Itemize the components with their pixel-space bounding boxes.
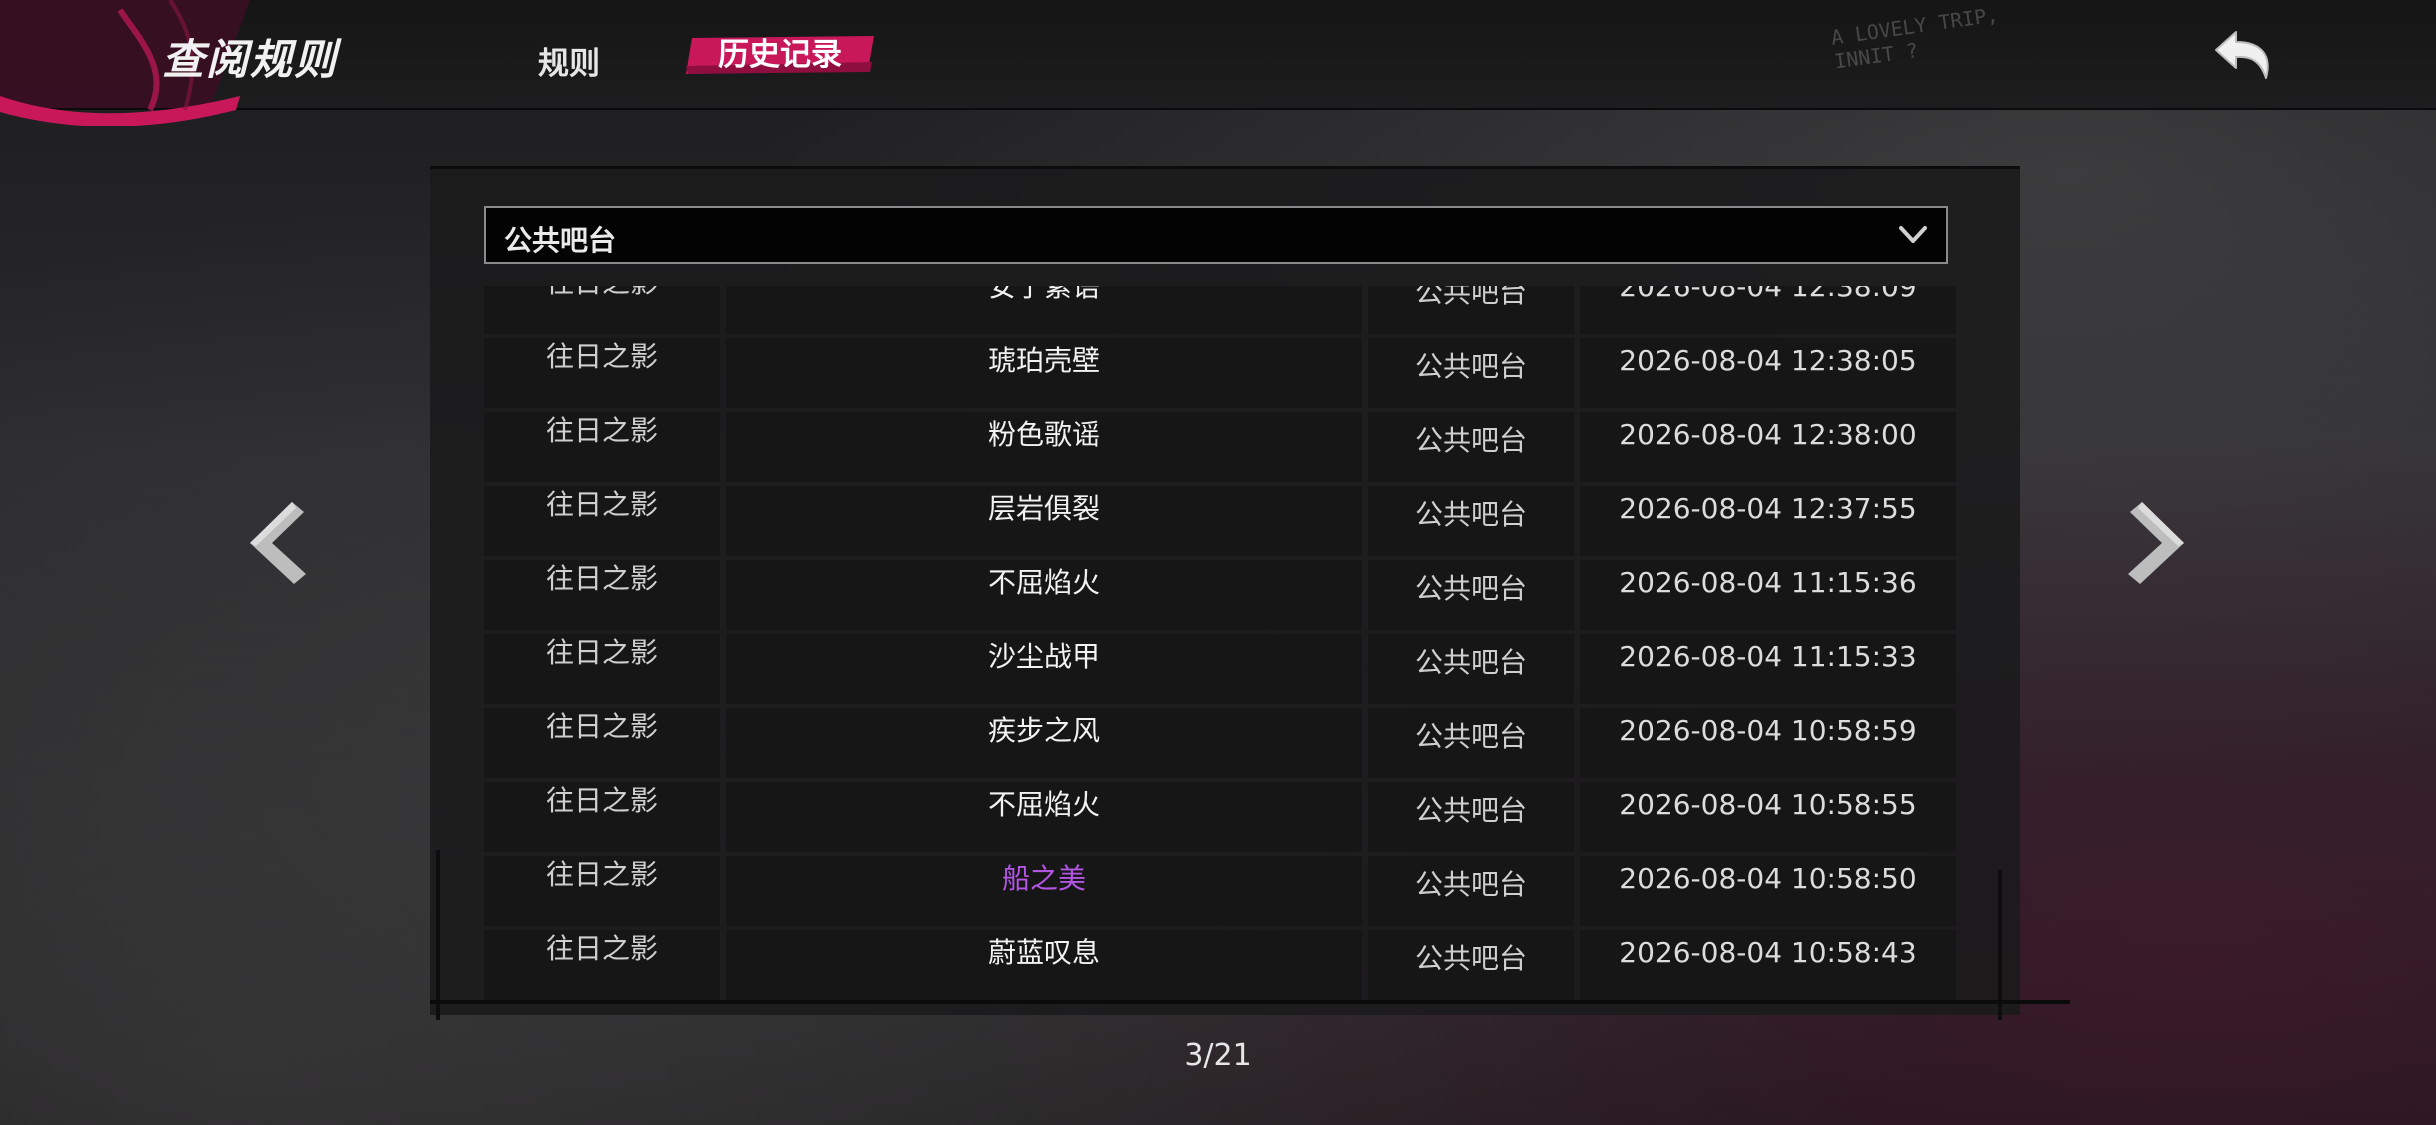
chevron-left-icon[interactable]	[242, 500, 316, 586]
table-row[interactable]: 往日之影 船之美 公共吧台 2026-08-04 10:58:50	[484, 856, 1956, 926]
map-filter-dropdown[interactable]: 公共吧台	[484, 206, 1948, 264]
chevron-right-icon[interactable]	[2118, 500, 2192, 586]
cell-timestamp: 2026-08-04 10:58:50	[1580, 856, 1956, 926]
table-row[interactable]: 往日之影 层岩俱裂 公共吧台 2026-08-04 12:37:55	[484, 486, 1956, 556]
cell-timestamp: 2026-08-04 10:58:55	[1580, 782, 1956, 852]
top-bar: 查阅规则 规则 历史记录 A LOVELY TRIP, INNIT ?	[0, 0, 2436, 126]
cell-timestamp: 2026-08-04 12:38:09	[1580, 286, 1956, 334]
cell-map-name: 公共吧台	[1368, 560, 1574, 630]
cell-item-name: 沙尘战甲	[726, 634, 1362, 704]
cell-map-name: 公共吧台	[1368, 782, 1574, 852]
cell-map-name: 公共吧台	[1368, 286, 1574, 334]
cell-map-name: 公共吧台	[1368, 338, 1574, 408]
cell-item-name: 疾步之风	[726, 708, 1362, 778]
chevron-down-icon	[1899, 226, 1927, 243]
table-row[interactable]: 往日之影 粉色歌谣 公共吧台 2026-08-04 12:38:00	[484, 412, 1956, 482]
cell-map-name: 公共吧台	[1368, 856, 1574, 926]
cell-map-name: 公共吧台	[1368, 930, 1574, 1000]
cell-rule-name: 往日之影	[484, 286, 720, 334]
cell-map-name: 公共吧台	[1368, 708, 1574, 778]
table-row[interactable]: 往日之影 蔚蓝叹息 公共吧台 2026-08-04 10:58:43	[484, 930, 1956, 1000]
cell-rule-name: 往日之影	[484, 486, 720, 556]
tab-rules[interactable]: 规则	[538, 38, 600, 83]
page-title: 查阅规则	[162, 35, 339, 84]
table-row[interactable]: 往日之影 不屈焰火 公共吧台 2026-08-04 10:58:55	[484, 782, 1956, 852]
cell-timestamp: 2026-08-04 12:38:05	[1580, 338, 1956, 408]
cell-item-name: 粉色歌谣	[726, 412, 1362, 482]
tab-history[interactable]: 历史记录	[686, 32, 874, 78]
panel-edge-left	[436, 850, 440, 1020]
panel-edge-right	[1998, 870, 2002, 1020]
table-row[interactable]: 往日之影 疾步之风 公共吧台 2026-08-04 10:58:59	[484, 708, 1956, 778]
cell-rule-name: 往日之影	[484, 708, 720, 778]
cell-item-name: 安宁絮语	[726, 286, 1362, 334]
cell-timestamp: 2026-08-04 12:38:00	[1580, 412, 1956, 482]
map-filter-value: 公共吧台	[504, 224, 617, 257]
cell-rule-name: 往日之影	[484, 856, 720, 926]
cell-map-name: 公共吧台	[1368, 412, 1574, 482]
undo-arrow-icon[interactable]	[2212, 26, 2278, 84]
cell-map-name: 公共吧台	[1368, 634, 1574, 704]
tab-history-label: 历史记录	[718, 37, 842, 73]
cell-item-name: 琥珀壳壁	[726, 338, 1362, 408]
page-indicator: 3/21	[1184, 1038, 1252, 1073]
cell-rule-name: 往日之影	[484, 930, 720, 1000]
cell-timestamp: 2026-08-04 11:15:33	[1580, 634, 1956, 704]
cell-item-name: 蔚蓝叹息	[726, 930, 1362, 1000]
cell-rule-name: 往日之影	[484, 634, 720, 704]
cell-rule-name: 往日之影	[484, 338, 720, 408]
table-row[interactable]: 往日之影 沙尘战甲 公共吧台 2026-08-04 11:15:33	[484, 634, 1956, 704]
cell-rule-name: 往日之影	[484, 560, 720, 630]
table-row[interactable]: 往日之影安宁絮语公共吧台2026-08-04 12:38:09	[484, 286, 1956, 334]
cell-timestamp: 2026-08-04 10:58:43	[1580, 930, 1956, 1000]
table-row[interactable]: 往日之影 琥珀壳壁 公共吧台 2026-08-04 12:38:05	[484, 338, 1956, 408]
cell-item-name: 不屈焰火	[726, 782, 1362, 852]
cell-timestamp: 2026-08-04 11:15:36	[1580, 560, 1956, 630]
cell-item-name: 层岩俱裂	[726, 486, 1362, 556]
table-row[interactable]: 往日之影 不屈焰火 公共吧台 2026-08-04 11:15:36	[484, 560, 1956, 630]
cell-map-name: 公共吧台	[1368, 486, 1574, 556]
cell-item-name: 船之美	[726, 856, 1362, 926]
cell-item-name: 不屈焰火	[726, 560, 1362, 630]
cell-timestamp: 2026-08-04 12:37:55	[1580, 486, 1956, 556]
cell-timestamp: 2026-08-04 10:58:59	[1580, 708, 1956, 778]
graffiti-text: A LOVELY TRIP, INNIT ?	[1829, 3, 2003, 74]
history-table[interactable]: 往日之影安宁絮语公共吧台2026-08-04 12:38:09往日之影琥珀壳壁公…	[484, 286, 1956, 1008]
cell-rule-name: 往日之影	[484, 412, 720, 482]
cell-rule-name: 往日之影	[484, 782, 720, 852]
